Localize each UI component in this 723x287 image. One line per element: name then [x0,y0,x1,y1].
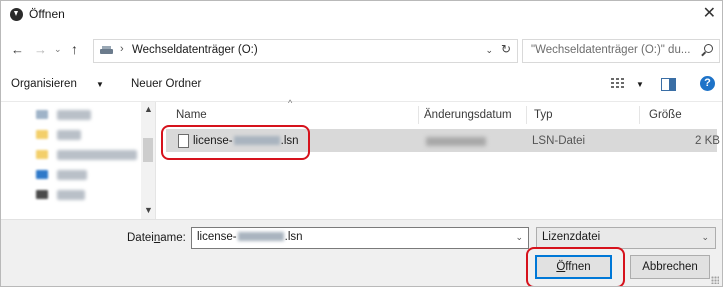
column-header-size[interactable]: Größe [649,109,682,121]
folder-icon [36,130,48,139]
open-file-dialog: Öffnen ✕ ← → ⌄ ↑ › Wechseldatenträger (O… [0,0,723,287]
file-type: LSN-Datei [532,135,586,147]
nav-item-blurred[interactable] [57,110,91,120]
drive-icon [100,46,113,54]
search-icon[interactable] [704,44,713,53]
title-bar: Öffnen ✕ [1,1,722,29]
breadcrumb-drive[interactable]: Wechseldatenträger (O:) [132,44,258,56]
view-options-icon[interactable] [611,78,625,89]
filetype-select[interactable]: Lizenzdatei ⌄ [536,227,716,249]
breadcrumb-separator-icon[interactable]: › [120,43,124,55]
search-placeholder: "Wechseldatenträger (O:)" du... [531,44,691,56]
filename-suffix: .lsn [284,231,303,243]
nav-item-blurred[interactable] [57,150,137,160]
column-header-date[interactable]: Änderungsdatum [424,109,512,121]
nav-item-blurred[interactable] [57,190,85,200]
command-bar: Organisieren ▼ Neuer Ordner ▼ ? [1,73,722,97]
address-dropdown-chevron-icon[interactable]: ⌄ [485,45,493,56]
filename-label: Dateiname: [127,232,186,244]
browser-area: ▲ ▼ Name ^ Änderungsdatum Typ Größe lice… [1,98,722,220]
nav-item-blurred[interactable] [57,170,87,180]
column-divider[interactable] [639,106,640,124]
help-icon[interactable]: ? [700,76,715,91]
close-button[interactable]: ✕ [703,3,716,23]
open-button-highlight-marker [526,247,625,286]
address-row: ← → ⌄ ↑ › Wechseldatenträger (O:) ⌄ ↻ "W… [1,39,722,63]
view-dropdown-icon[interactable]: ▼ [636,80,644,89]
refresh-icon[interactable]: ↻ [501,42,511,56]
column-header-name[interactable]: Name [176,109,207,121]
nav-item-blurred[interactable] [57,130,81,140]
cancel-button[interactable]: Abbrechen [630,255,710,279]
column-divider[interactable] [418,106,419,124]
organize-dropdown-icon[interactable]: ▼ [96,80,104,89]
filename-dropdown-chevron-icon[interactable]: ⌄ [515,232,523,243]
folder-icon [36,150,48,159]
preview-pane-icon[interactable] [661,78,676,91]
forward-arrow-icon[interactable]: → [34,42,47,57]
search-input[interactable]: "Wechseldatenträger (O:)" du... [522,39,720,63]
column-name-label: Name [176,109,207,121]
download-icon [10,8,23,21]
organize-button[interactable]: Organisieren [11,78,77,90]
filetype-value: Lizenzdatei [542,231,601,243]
filename-value: license- .lsn [197,231,303,243]
filetype-chevron-icon[interactable]: ⌄ [701,232,709,243]
filename-label-part: ame: [160,232,186,244]
navigation-pane[interactable]: ▲ ▼ [1,102,156,220]
resize-grip-icon[interactable] [711,276,719,284]
file-size: 2 KB [695,135,720,147]
window-title: Öffnen [29,7,65,21]
nav-item-icon [36,110,48,119]
column-header-type[interactable]: Typ [534,109,553,121]
redacted-text [237,232,284,242]
nav-scrollbar[interactable]: ▲ ▼ [141,102,155,220]
scroll-thumb[interactable] [143,138,153,162]
filename-prefix: license- [197,231,237,243]
scroll-up-icon[interactable]: ▲ [144,104,153,114]
file-list[interactable]: Name ^ Änderungsdatum Typ Größe license-… [156,98,722,220]
sort-ascending-icon: ^ [288,98,293,108]
file-highlight-marker [161,125,310,160]
video-icon [36,190,48,199]
new-folder-button[interactable]: Neuer Ordner [131,78,201,90]
music-icon [36,170,48,179]
back-arrow-icon[interactable]: ← [11,42,24,57]
dialog-footer: Dateiname: license- .lsn ⌄ Lizenzdatei ⌄ … [1,219,722,286]
address-bar[interactable]: › Wechseldatenträger (O:) ⌄ ↻ [93,39,518,63]
recent-locations-chevron-icon[interactable]: ⌄ [54,44,62,55]
filename-label-part: Datei [127,232,154,244]
scroll-down-icon[interactable]: ▼ [144,205,153,215]
column-divider[interactable] [526,106,527,124]
file-date-redacted [426,137,486,146]
up-arrow-icon[interactable]: ↑ [71,41,78,57]
filename-input[interactable]: license- .lsn ⌄ [191,227,529,249]
